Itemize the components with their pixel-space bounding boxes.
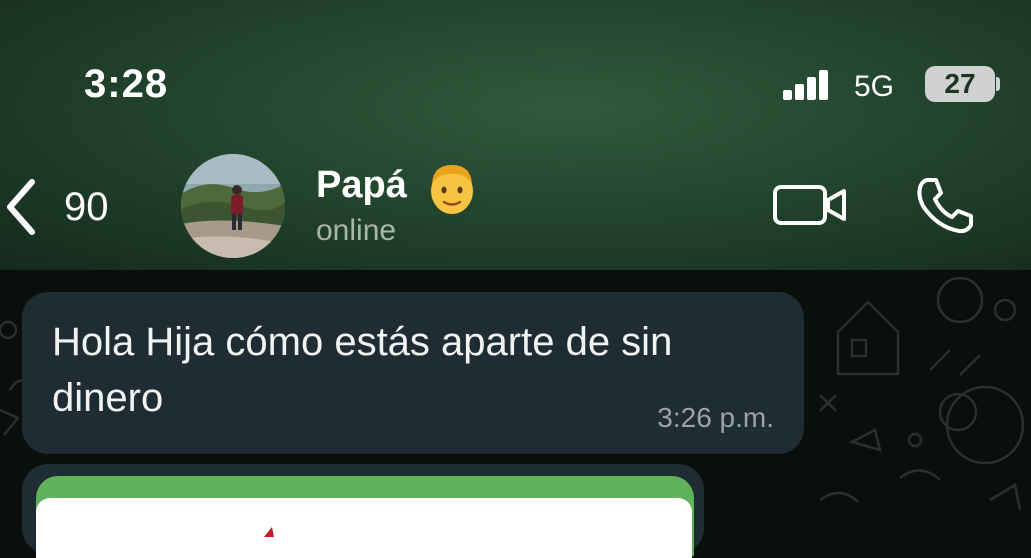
status-time: 3:28 xyxy=(84,62,169,106)
back-chevron-icon[interactable] xyxy=(2,178,42,236)
chat-header: 3:28 5G 27 90 Papá online xyxy=(0,0,1031,270)
video-camera-icon[interactable] xyxy=(772,182,848,228)
signal-icon xyxy=(783,70,839,100)
contact-status: online xyxy=(316,214,397,247)
network-label: 5G xyxy=(854,70,895,103)
attachment-image-icon xyxy=(264,527,274,537)
message-timestamp: 3:26 p.m. xyxy=(657,402,774,433)
unread-count[interactable]: 90 xyxy=(64,185,109,230)
battery-icon: 27 xyxy=(925,66,995,102)
avatar[interactable] xyxy=(181,154,285,258)
message-bubble[interactable]: Hola Hija cómo estás aparte de sin diner… xyxy=(22,292,804,454)
attachment-card-body[interactable] xyxy=(36,498,692,558)
man-face-emoji-icon xyxy=(431,165,473,214)
contact-name[interactable]: Papá xyxy=(316,164,407,207)
phone-icon[interactable] xyxy=(915,176,975,234)
battery-tip xyxy=(996,77,1000,91)
